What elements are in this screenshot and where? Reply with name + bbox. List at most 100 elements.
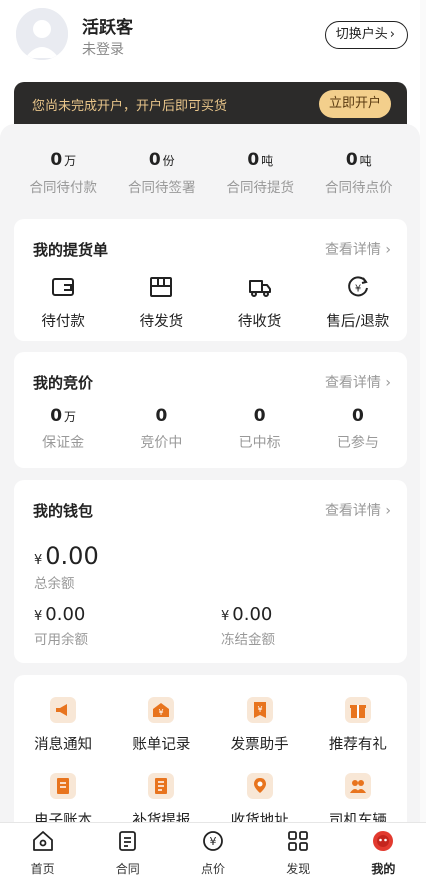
tool-label: 账单记录 xyxy=(132,737,191,753)
stat-label: 合同待提货 xyxy=(226,180,295,196)
open-account-banner: 您尚未完成开户，开户后即可买货 立即开户 xyxy=(14,82,407,126)
frozen-balance-label: 冻结金额 xyxy=(221,632,275,648)
more-label: 查看详情 xyxy=(324,242,381,258)
tab-pricing[interactable]: ¥ 点价 xyxy=(170,823,255,879)
more-label: 查看详情 xyxy=(324,503,381,519)
stat-pending-pickup[interactable]: 0吨 合同待提货 xyxy=(211,150,310,196)
more-label: 查看详情 xyxy=(324,375,381,391)
bid-won[interactable]: 0 已中标 xyxy=(211,406,309,452)
delivery-after-sales[interactable]: ¥ 售后/退款 xyxy=(309,274,407,331)
tool-bills[interactable]: ¥ 账单记录 xyxy=(112,697,210,754)
stat-unit: 吨 xyxy=(359,154,372,168)
bid-label: 保证金 xyxy=(42,435,85,451)
wallet-title: 我的钱包 xyxy=(33,502,94,520)
discover-icon xyxy=(288,831,309,851)
bid-value: 0 xyxy=(253,406,266,426)
total-balance: ¥0.00 xyxy=(34,542,99,570)
location-icon xyxy=(246,773,273,799)
wallet-more-link[interactable]: 查看详情 › xyxy=(325,500,391,520)
switch-account-label: 切换户头 xyxy=(335,27,388,42)
tab-mine[interactable]: 我的 xyxy=(341,823,426,879)
tools-card: 消息通知 ¥ 账单记录 ¥ 发票助手 推荐有礼 电子账本 补货提报 收货地址 司… xyxy=(14,675,407,835)
truck-icon xyxy=(248,280,271,297)
bid-deposit[interactable]: 0万 保证金 xyxy=(14,406,112,452)
ledger-icon xyxy=(50,773,77,799)
bid-unit: 万 xyxy=(64,410,77,424)
svg-text:¥: ¥ xyxy=(210,835,217,848)
tab-home[interactable]: 首页 xyxy=(0,823,85,879)
bid-value: 0 xyxy=(50,406,63,426)
bid-label: 已中标 xyxy=(238,435,281,451)
login-status[interactable]: 未登录 xyxy=(82,39,124,59)
avatar[interactable] xyxy=(16,8,68,60)
tab-label: 点价 xyxy=(201,862,226,876)
wallet-icon xyxy=(52,278,75,296)
banner-text: 您尚未完成开户，开户后即可买货 xyxy=(32,99,228,114)
stat-value: 0 xyxy=(247,150,260,170)
scrollbar-track xyxy=(420,0,426,822)
bid-in-progress[interactable]: 0 竞价中 xyxy=(112,406,210,452)
tool-referral[interactable]: 推荐有礼 xyxy=(309,697,407,754)
chevron-right-icon: › xyxy=(385,503,391,519)
profile-icon xyxy=(373,831,394,851)
total-balance-label: 总余额 xyxy=(34,576,75,592)
tab-contract[interactable]: 合同 xyxy=(85,823,170,879)
tab-discover[interactable]: 发现 xyxy=(256,823,341,879)
megaphone-icon xyxy=(50,697,77,723)
user-name: 活跃客 xyxy=(82,18,133,38)
total-balance-value: 0.00 xyxy=(45,542,99,570)
delivery-label: 售后/退款 xyxy=(326,314,390,330)
switch-account-button[interactable]: 切换户头 › xyxy=(324,21,408,49)
contract-icon xyxy=(118,831,136,851)
tool-label: 消息通知 xyxy=(34,737,93,753)
tool-notifications[interactable]: 消息通知 xyxy=(14,697,112,754)
delivery-more-link[interactable]: 查看详情 › xyxy=(325,239,391,259)
chevron-right-icon: › xyxy=(385,375,391,391)
stat-unit: 吨 xyxy=(261,154,274,168)
price-icon: ¥ xyxy=(203,831,223,851)
stat-value: 0 xyxy=(148,150,161,170)
tab-label: 发现 xyxy=(286,862,311,876)
bid-participated[interactable]: 0 已参与 xyxy=(309,406,407,452)
home-icon xyxy=(32,831,53,851)
bid-label: 竞价中 xyxy=(140,435,183,451)
report-icon xyxy=(148,773,175,799)
delivery-card: 我的提货单 查看详情 › 待付款 待发货 待收货 ¥ 售后/退款 xyxy=(14,219,407,341)
stat-pending-pricing[interactable]: 0吨 合同待点价 xyxy=(310,150,409,196)
wallet-card: 我的钱包 查看详情 › ¥0.00 总余额 ¥0.00 可用余额 ¥0.00 冻… xyxy=(14,480,407,663)
box-icon xyxy=(150,277,173,297)
bid-value: 0 xyxy=(351,406,364,426)
delivery-pending-payment[interactable]: 待付款 xyxy=(14,274,112,331)
available-balance-value: 0.00 xyxy=(45,604,86,625)
tab-label: 我的 xyxy=(371,862,396,876)
bid-label: 已参与 xyxy=(336,435,379,451)
delivery-label: 待付款 xyxy=(41,314,85,330)
available-balance: ¥0.00 xyxy=(34,604,85,625)
stat-pending-sign[interactable]: 0份 合同待签署 xyxy=(113,150,212,196)
bottom-tab-bar: 首页 合同 ¥ 点价 发现 我的 xyxy=(0,822,426,879)
frozen-balance-value: 0.00 xyxy=(232,604,273,625)
stat-unit: 万 xyxy=(64,154,77,168)
gift-icon xyxy=(344,697,371,723)
tool-invoice[interactable]: ¥ 发票助手 xyxy=(211,697,309,754)
stat-unit: 份 xyxy=(162,154,175,168)
stat-label: 合同待签署 xyxy=(128,180,196,196)
refund-icon: ¥ xyxy=(348,276,368,297)
currency-symbol: ¥ xyxy=(221,609,230,624)
delivery-pending-receive[interactable]: 待收货 xyxy=(211,274,309,331)
tab-label: 首页 xyxy=(30,862,55,876)
bidding-title: 我的竞价 xyxy=(33,374,94,392)
currency-symbol: ¥ xyxy=(34,609,43,624)
stat-value: 0 xyxy=(50,150,63,170)
delivery-pending-ship[interactable]: 待发货 xyxy=(112,274,210,331)
currency-symbol: ¥ xyxy=(34,553,43,568)
bidding-more-link[interactable]: 查看详情 › xyxy=(325,372,391,392)
available-balance-label: 可用余额 xyxy=(34,632,88,648)
driver-icon xyxy=(344,773,371,799)
open-account-button[interactable]: 立即开户 xyxy=(319,90,391,118)
svg-text:¥: ¥ xyxy=(355,284,361,295)
tool-label: 推荐有礼 xyxy=(328,737,387,753)
tool-label: 发票助手 xyxy=(230,737,289,753)
stat-pending-payment[interactable]: 0万 合同待付款 xyxy=(14,150,113,196)
frozen-balance: ¥0.00 xyxy=(221,604,272,625)
